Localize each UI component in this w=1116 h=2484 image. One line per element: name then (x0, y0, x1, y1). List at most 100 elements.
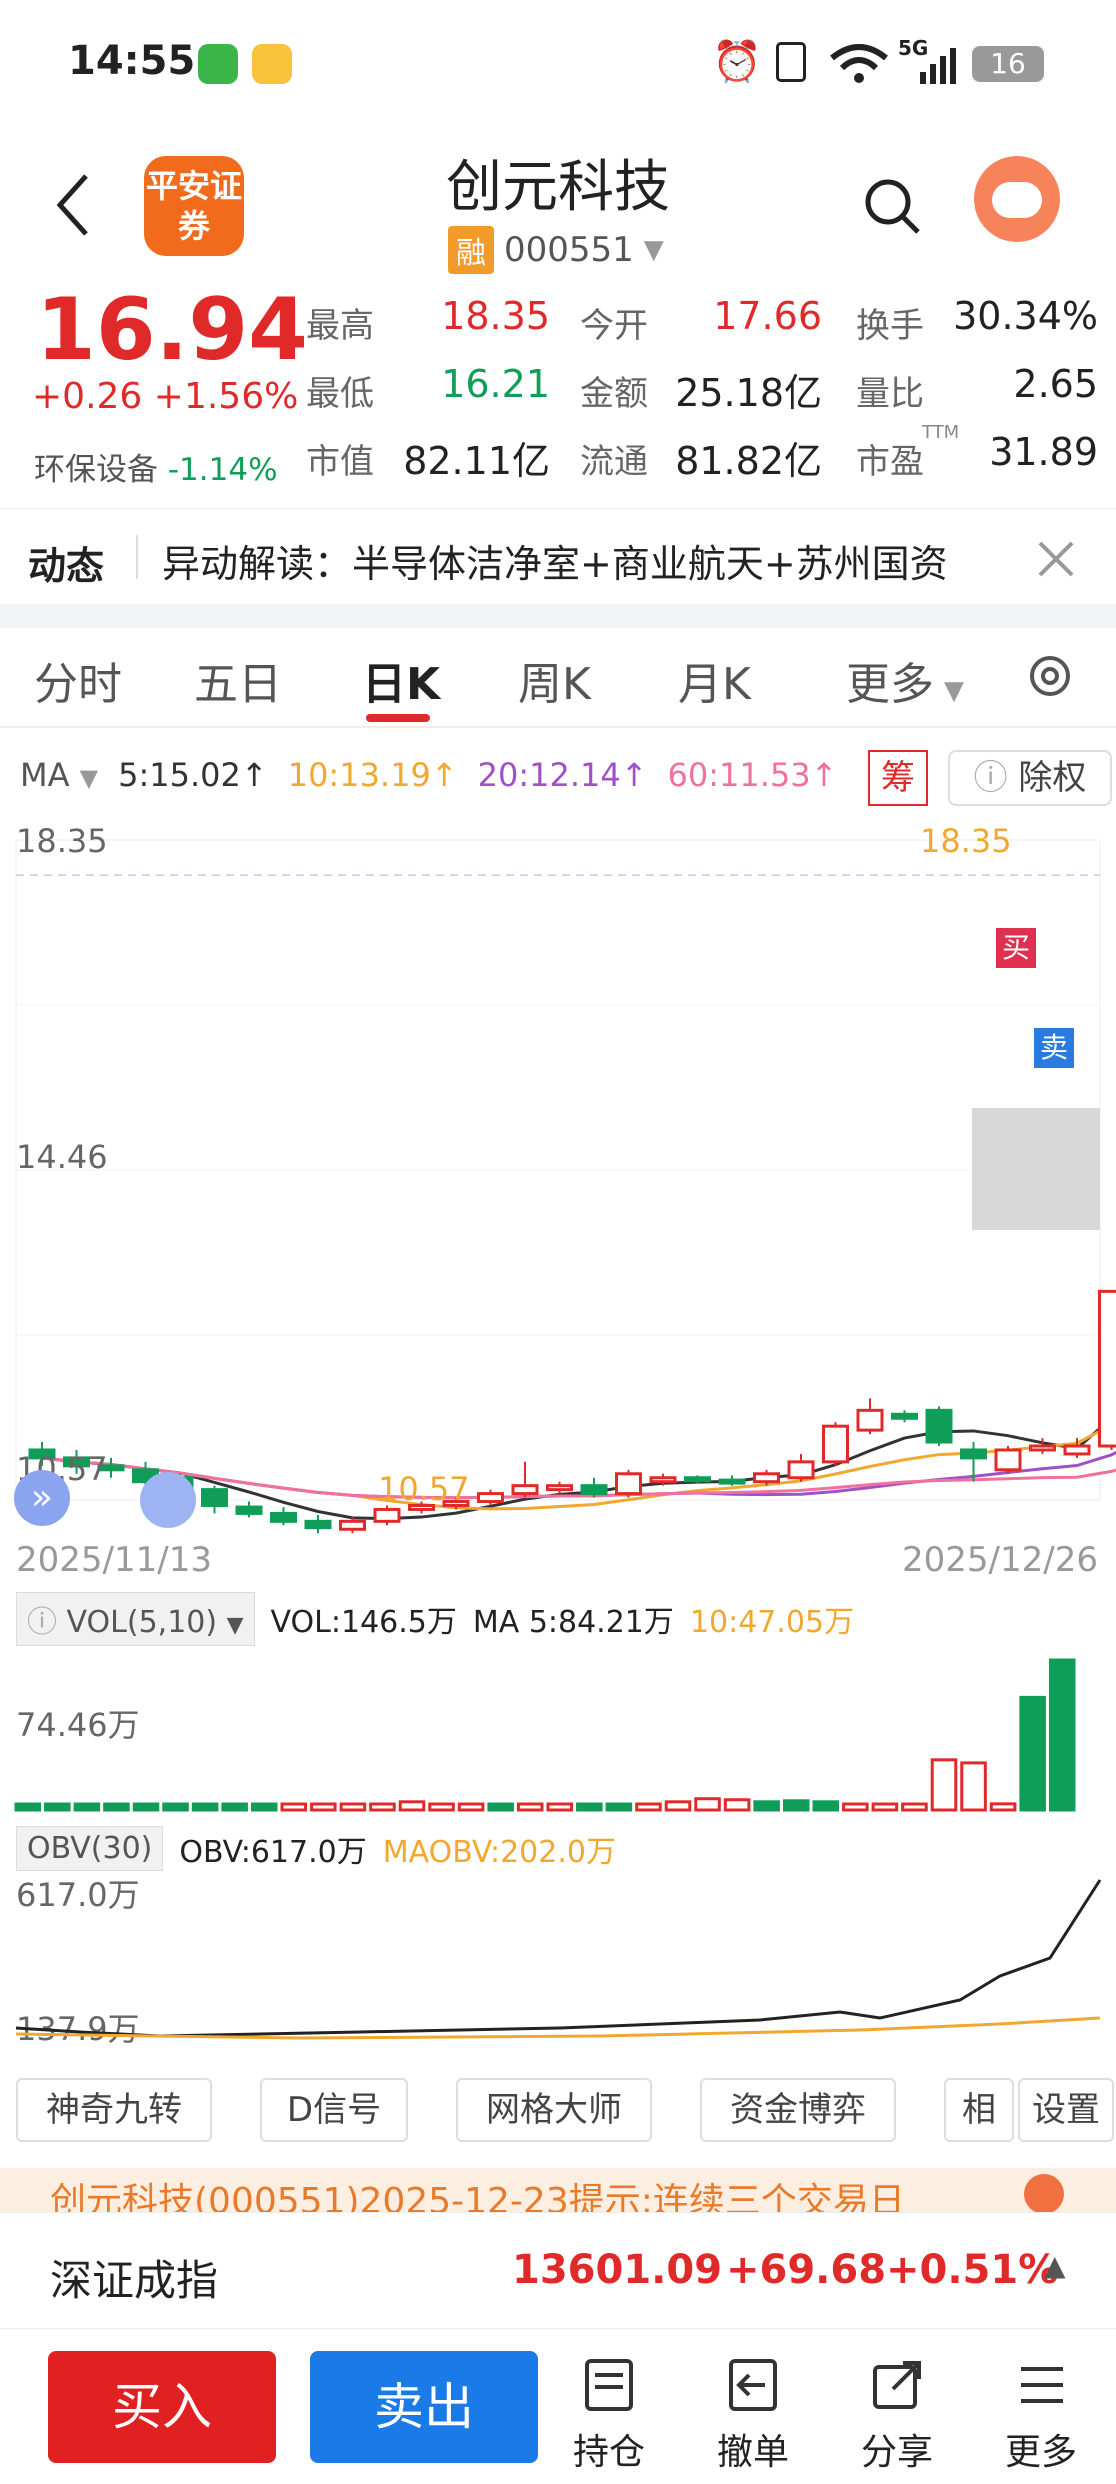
sector-name: 环保设备 (34, 452, 158, 488)
buy-button[interactable]: 买入 (48, 2351, 276, 2463)
avatar[interactable] (974, 156, 1060, 242)
candle-body (201, 1488, 228, 1507)
tab-five-day[interactable]: 五日 (194, 648, 282, 712)
close-icon[interactable] (1024, 2174, 1064, 2212)
sector-info[interactable]: 环保设备 -1.14% (34, 444, 278, 489)
vibrate-icon (776, 42, 806, 82)
ma-selector[interactable]: MA ▼ (20, 756, 98, 794)
period-tabs: 分时 五日 日K 周K 月K 更多 ▼ (0, 628, 1116, 728)
stock-code-row[interactable]: 融 000551 ▼ (448, 226, 664, 274)
tool-capital-game[interactable]: 资金博弈 (700, 2078, 896, 2142)
tool-d-signal[interactable]: D信号 (260, 2078, 408, 2142)
sell-button[interactable]: 卖出 (310, 2351, 538, 2463)
close-icon[interactable] (1036, 539, 1076, 579)
change-percent: +1.56% (153, 376, 299, 417)
tab-monthly-k[interactable]: 月K (678, 648, 751, 712)
chevron-down-icon: ▼ (643, 235, 664, 265)
battery-level: 16 (990, 47, 1026, 80)
volume-bar (428, 1802, 455, 1812)
tab-daily-k[interactable]: 日K (362, 648, 440, 712)
stat-value: 18.35 (441, 294, 550, 338)
candle-body (718, 1478, 746, 1485)
nav-more[interactable]: 更多 (986, 2357, 1096, 2475)
candlestick-chart[interactable] (0, 816, 1116, 1536)
bottom-action-bar: 买入 卖出 持仓 撤单 分享 更多 (0, 2328, 1116, 2484)
highlight-zone (972, 1108, 1100, 1230)
tab-more[interactable]: 更多 ▼ (846, 648, 964, 712)
share-icon (873, 2361, 921, 2409)
volume-chart[interactable] (0, 1630, 1116, 1816)
stat-value: 25.18亿 (675, 371, 822, 415)
stat-label: 金额 (580, 374, 648, 414)
candle-body (546, 1484, 573, 1492)
news-divider (136, 535, 138, 579)
tab-intraday[interactable]: 分时 (34, 648, 122, 712)
nav-cancel-order[interactable]: 撤单 (698, 2357, 808, 2475)
status-bar: 14:55 ⏰ 5G 16 (0, 0, 1116, 130)
buy-signal-tag[interactable]: 买 (996, 928, 1036, 968)
info-icon: ⓘ (973, 758, 1008, 798)
ma-label: MA (20, 756, 70, 794)
index-value: 13601.09 (512, 2247, 723, 2293)
low-price-label: 10.57 (378, 1470, 470, 1508)
volume-bar (989, 1802, 1017, 1812)
stat-value: 81.82亿 (675, 439, 822, 483)
candle-body (304, 1519, 332, 1530)
search-icon[interactable] (862, 176, 922, 236)
menu-icon (1021, 2367, 1063, 2403)
volume-bar (812, 1800, 840, 1812)
tool-partial[interactable]: 相 (944, 2078, 1014, 2142)
obv-chart[interactable] (0, 1860, 1116, 2060)
index-change: +69.68 (726, 2247, 887, 2293)
caret-down-icon: ▼ (944, 676, 964, 706)
message-app-icon (198, 44, 238, 84)
document-icon (585, 2359, 633, 2411)
expand-left-icon[interactable]: » (14, 1470, 70, 1526)
volume-bar (930, 1758, 958, 1812)
tool-grid-master[interactable]: 网格大师 (456, 2078, 652, 2142)
news-tag: 动态 (28, 544, 105, 588)
nav-cancel-label: 撤单 (716, 2432, 789, 2473)
back-arrow-icon[interactable] (52, 172, 92, 238)
stat-value: 16.21 (441, 362, 550, 406)
signal-icon (920, 48, 956, 84)
index-ticker[interactable]: 深证成指 13601.09 +69.68 +0.51% ▲ (0, 2212, 1116, 2328)
volume-bar (221, 1802, 248, 1812)
status-time: 14:55 (68, 38, 196, 84)
fullscreen-icon[interactable] (140, 1472, 196, 1528)
candle-body (649, 1476, 677, 1484)
volume-bar (310, 1802, 337, 1812)
volume-bar (516, 1802, 544, 1812)
notice-banner[interactable]: 创元科技(000551)2025-12-23提示:连续三个交易日 (0, 2168, 1116, 2212)
volume-bar (369, 1802, 396, 1812)
y-axis-mid: 14.46 (16, 1138, 108, 1176)
stat-label: 市值 (306, 442, 374, 482)
stat-superscript: TTM (922, 422, 960, 443)
tool-magic-nine[interactable]: 神奇九转 (16, 2078, 212, 2142)
candle-body (994, 1448, 1022, 1472)
nav-share[interactable]: 分享 (842, 2357, 952, 2475)
volume-bar (103, 1802, 130, 1812)
active-tab-indicator (366, 714, 430, 722)
tool-settings[interactable]: 设置 (1018, 2078, 1114, 2142)
stock-code: 000551 (504, 230, 634, 270)
ex-rights-button[interactable]: ⓘ 除权 (948, 750, 1112, 806)
candle-body (339, 1519, 366, 1531)
ma5-line (41, 1407, 1116, 1521)
tab-weekly-k[interactable]: 周K (518, 648, 591, 712)
y-axis-high: 18.35 (16, 822, 108, 860)
caret-up-icon[interactable]: ▲ (1044, 2249, 1066, 2282)
chip-distribution-button[interactable]: 筹 (868, 750, 928, 806)
nav-positions[interactable]: 持仓 (554, 2357, 664, 2475)
news-ticker[interactable]: 动态 异动解读：半导体洁净室+商业航天+苏州国资 (0, 508, 1116, 608)
news-text: 异动解读：半导体洁净室+商业航天+苏州国资 (162, 542, 948, 586)
volume-bar (960, 1761, 987, 1812)
index-name: 深证成指 (50, 2256, 219, 2305)
volume-bar (280, 1802, 308, 1812)
section-divider (0, 604, 1116, 628)
sell-signal-tag[interactable]: 卖 (1034, 1028, 1074, 1068)
undo-icon (729, 2359, 777, 2411)
gear-icon[interactable] (1024, 650, 1076, 702)
ma10-value: 10:13.19↑ (287, 756, 458, 794)
battery-icon: 16 (972, 46, 1044, 82)
